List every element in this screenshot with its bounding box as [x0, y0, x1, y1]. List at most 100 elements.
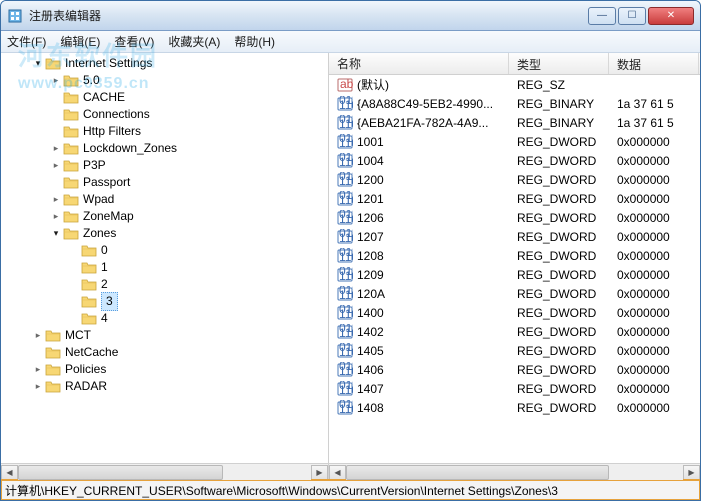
- tree-item[interactable]: ▸ZoneMap: [49, 208, 328, 225]
- expand-icon[interactable]: ▸: [31, 327, 45, 344]
- value-row[interactable]: 0111101402REG_DWORD0x000000: [329, 322, 700, 341]
- value-type: REG_SZ: [509, 78, 609, 92]
- value-name: 120A: [357, 287, 385, 301]
- tree-item[interactable]: ▸5.0: [49, 72, 328, 89]
- value-row[interactable]: 0111101201REG_DWORD0x000000: [329, 189, 700, 208]
- svg-text:110: 110: [339, 155, 353, 169]
- tree-label: MCT: [65, 327, 91, 344]
- binary-value-icon: 011110: [337, 248, 353, 264]
- tree-item[interactable]: 0: [67, 242, 328, 259]
- folder-icon: [81, 261, 97, 275]
- value-row[interactable]: 0111101405REG_DWORD0x000000: [329, 341, 700, 360]
- value-row[interactable]: 0111101207REG_DWORD0x000000: [329, 227, 700, 246]
- value-type: REG_DWORD: [509, 211, 609, 225]
- expand-icon[interactable]: ▾: [49, 225, 63, 242]
- tree-item[interactable]: ▸P3P: [49, 157, 328, 174]
- svg-text:110: 110: [339, 326, 353, 340]
- svg-text:110: 110: [339, 364, 353, 378]
- value-type: REG_DWORD: [509, 363, 609, 377]
- value-row[interactable]: 0111101206REG_DWORD0x000000: [329, 208, 700, 227]
- tree-label: Zones: [83, 225, 116, 242]
- value-row[interactable]: 0111101004REG_DWORD0x000000: [329, 151, 700, 170]
- value-name: 1402: [357, 325, 384, 339]
- expand-icon[interactable]: ▸: [31, 361, 45, 378]
- folder-icon: [63, 227, 79, 241]
- tree-item[interactable]: ▾ Internet Settings: [31, 55, 328, 72]
- tree-item[interactable]: 1: [67, 259, 328, 276]
- binary-value-icon: 011110: [337, 172, 353, 188]
- scroll-left-button[interactable]: ◀: [329, 465, 346, 480]
- status-bar: 计算机\HKEY_CURRENT_USER\Software\Microsoft…: [1, 480, 700, 500]
- value-data: 0x000000: [609, 249, 699, 263]
- tree-item[interactable]: Connections: [49, 106, 328, 123]
- scroll-thumb[interactable]: [18, 465, 223, 480]
- scroll-thumb[interactable]: [346, 465, 609, 480]
- close-button[interactable]: ✕: [648, 7, 694, 25]
- scroll-track[interactable]: [346, 465, 683, 480]
- scroll-track[interactable]: [18, 465, 311, 480]
- expand-icon[interactable]: ▸: [49, 208, 63, 225]
- value-row[interactable]: 0111101209REG_DWORD0x000000: [329, 265, 700, 284]
- list-header: 名称 类型 数据: [329, 53, 700, 75]
- tree-item[interactable]: 3: [67, 293, 328, 310]
- value-name: 1004: [357, 154, 384, 168]
- value-data: 0x000000: [609, 135, 699, 149]
- value-data: 1a 37 61 5: [609, 97, 699, 111]
- value-row[interactable]: 011110{AEBA21FA-782A-4A9...REG_BINARY1a …: [329, 113, 700, 132]
- col-type[interactable]: 类型: [509, 53, 609, 74]
- folder-icon: [45, 363, 61, 377]
- maximize-button[interactable]: ☐: [618, 7, 646, 25]
- tree-item[interactable]: Passport: [49, 174, 328, 191]
- value-row[interactable]: 0111101408REG_DWORD0x000000: [329, 398, 700, 417]
- folder-icon: [45, 329, 61, 343]
- tree-label: Internet Settings: [65, 55, 152, 72]
- col-name[interactable]: 名称: [329, 53, 509, 74]
- values-list[interactable]: ab(默认)REG_SZ011110{A8A88C49-5EB2-4990...…: [329, 75, 700, 463]
- value-row[interactable]: 0111101407REG_DWORD0x000000: [329, 379, 700, 398]
- registry-tree[interactable]: ▾ Internet Settings▸5.0CACHEConnectionsHt…: [1, 53, 328, 463]
- binary-value-icon: 011110: [337, 343, 353, 359]
- tree-item[interactable]: Http Filters: [49, 123, 328, 140]
- value-row[interactable]: 0111101200REG_DWORD0x000000: [329, 170, 700, 189]
- scroll-right-button[interactable]: ▶: [311, 465, 328, 480]
- expand-icon[interactable]: ▸: [49, 157, 63, 174]
- value-row[interactable]: 011110{A8A88C49-5EB2-4990...REG_BINARY1a…: [329, 94, 700, 113]
- menu-file[interactable]: 文件(F): [7, 33, 46, 50]
- tree-item[interactable]: 2: [67, 276, 328, 293]
- tree-label: 1: [101, 259, 108, 276]
- scroll-left-button[interactable]: ◀: [1, 465, 18, 480]
- menu-help[interactable]: 帮助(H): [234, 33, 275, 50]
- minimize-button[interactable]: —: [588, 7, 616, 25]
- col-data[interactable]: 数据: [609, 53, 699, 74]
- scroll-right-button[interactable]: ▶: [683, 465, 700, 480]
- value-row[interactable]: 0111101001REG_DWORD0x000000: [329, 132, 700, 151]
- tree-item[interactable]: ▸ MCT: [31, 327, 328, 344]
- tree-item[interactable]: ▸RADAR: [31, 378, 328, 395]
- tree-item[interactable]: NetCache: [31, 344, 328, 361]
- tree-item[interactable]: 4: [67, 310, 328, 327]
- expand-icon[interactable]: ▸: [49, 72, 63, 89]
- expand-icon[interactable]: ▸: [49, 140, 63, 157]
- tree-item[interactable]: ▸Wpad: [49, 191, 328, 208]
- expand-icon[interactable]: ▾: [31, 55, 45, 72]
- tree-label: NetCache: [65, 344, 118, 361]
- folder-icon: [81, 278, 97, 292]
- tree-item[interactable]: ▸Lockdown_Zones: [49, 140, 328, 157]
- expand-icon[interactable]: ▸: [49, 191, 63, 208]
- value-name: 1209: [357, 268, 384, 282]
- value-row[interactable]: ab(默认)REG_SZ: [329, 75, 700, 94]
- value-row[interactable]: 0111101208REG_DWORD0x000000: [329, 246, 700, 265]
- tree-hscroll[interactable]: ◀ ▶: [1, 463, 328, 480]
- title-bar[interactable]: 注册表编辑器 — ☐ ✕: [1, 1, 700, 31]
- tree-item[interactable]: ▸Policies: [31, 361, 328, 378]
- menu-edit[interactable]: 编辑(E): [60, 33, 100, 50]
- tree-item[interactable]: CACHE: [49, 89, 328, 106]
- menu-favorites[interactable]: 收藏夹(A): [168, 33, 220, 50]
- menu-view[interactable]: 查看(V): [114, 33, 154, 50]
- value-row[interactable]: 011110120AREG_DWORD0x000000: [329, 284, 700, 303]
- value-row[interactable]: 0111101406REG_DWORD0x000000: [329, 360, 700, 379]
- expand-icon[interactable]: ▸: [31, 378, 45, 395]
- tree-item[interactable]: ▾ Zones: [49, 225, 328, 242]
- list-hscroll[interactable]: ◀ ▶: [329, 463, 700, 480]
- value-row[interactable]: 0111101400REG_DWORD0x000000: [329, 303, 700, 322]
